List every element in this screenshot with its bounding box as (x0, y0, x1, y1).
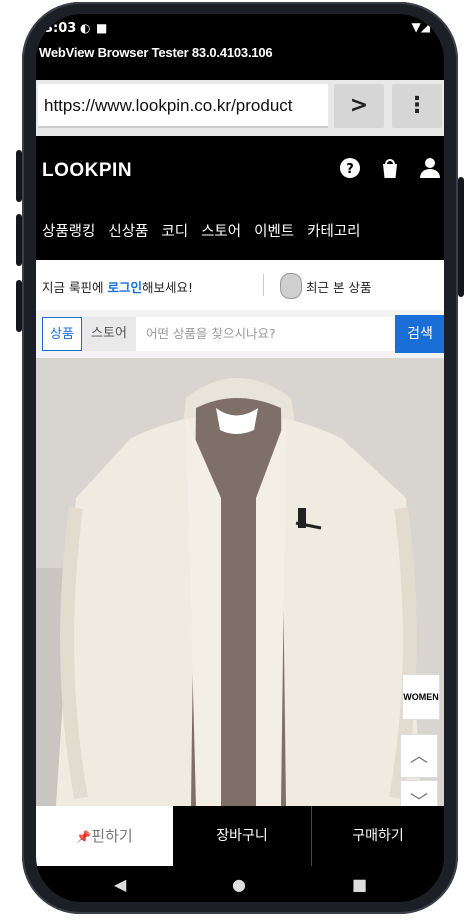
status-time: 3:03 (44, 21, 77, 36)
search-input[interactable]: 어떤 상품을 찾으시나요? (136, 317, 394, 351)
android-navigation-bar: ◀ ● ■ (36, 866, 444, 902)
browser-url-row: https://www.lookpin.co.kr/product > ⋮ (36, 80, 444, 136)
volume-up-button (16, 150, 22, 202)
search-bar: 상품 스토어 어떤 상품을 찾으시나요? 검색 (36, 310, 444, 358)
back-icon[interactable]: ◀ (114, 875, 126, 894)
menu-item-store[interactable]: 스토어 (201, 224, 241, 240)
recent-product-thumbnail[interactable] (280, 273, 302, 299)
login-bar: 지금 룩핀에 로그인해보세요! 최근 본 상품 (36, 260, 444, 311)
action-bar: 📌핀하기 장바구니 구매하기 (36, 806, 444, 866)
volume-down-button (16, 214, 22, 266)
fleece-jacket-photo (36, 358, 444, 806)
divider (263, 274, 264, 296)
app-title: WebView Browser Tester 83.0.4103.106 (39, 45, 273, 60)
site-logo[interactable]: LOOKPIN (42, 160, 132, 182)
site-menu: 상품랭킹 신상품 코디 스토어 이벤트 카테고리 (42, 220, 374, 241)
wifi-battery-icon: ▼◢ (411, 20, 430, 34)
screen: 3:03 ◐ ■ ▼◢ WebView Browser Tester 83.0.… (36, 14, 444, 902)
login-prompt: 지금 룩핀에 로그인해보세요! (42, 277, 193, 296)
women-toggle-button[interactable]: WOMEN (402, 674, 440, 720)
user-icon[interactable] (418, 156, 442, 180)
login-suffix: 해보세요! (141, 280, 193, 295)
browser-menu-button[interactable]: ⋮ (392, 84, 442, 128)
help-icon[interactable]: ? (338, 156, 362, 180)
pin-label: 핀하기 (91, 827, 133, 845)
menu-item-new[interactable]: 신상품 (108, 224, 148, 240)
cart-button[interactable]: 장바구니 (173, 806, 312, 866)
login-prefix: 지금 룩핀에 (42, 280, 108, 295)
scroll-up-button[interactable]: ︿ (400, 734, 438, 778)
menu-item-event[interactable]: 이벤트 (254, 224, 294, 240)
menu-item-category[interactable]: 카테고리 (307, 224, 360, 240)
product-image[interactable] (36, 358, 444, 806)
menu-item-ranking[interactable]: 상품랭킹 (42, 224, 95, 240)
tab-product[interactable]: 상품 (42, 317, 82, 351)
pin-icon: 📌 (76, 830, 92, 844)
chevron-up-icon: ︿ (410, 746, 428, 767)
home-icon[interactable]: ● (232, 875, 246, 894)
sd-card-icon: ■ (96, 21, 108, 35)
svg-text:?: ? (346, 162, 354, 177)
search-button[interactable]: 검색 (395, 315, 444, 353)
status-bar: 3:03 ◐ ■ ▼◢ (36, 14, 444, 44)
tab-store[interactable]: 스토어 (82, 317, 136, 351)
assist-button (16, 280, 22, 332)
recents-icon[interactable]: ■ (352, 875, 367, 894)
menu-item-coordi[interactable]: 코디 (161, 224, 188, 240)
site-header: LOOKPIN ? 상품랭킹 신상품 코디 스토어 이벤트 카테고리 (36, 136, 444, 260)
pin-button[interactable]: 📌핀하기 (36, 806, 173, 866)
power-button (458, 177, 464, 297)
buy-button[interactable]: 구매하기 (312, 806, 444, 866)
notification-icon: ◐ (80, 21, 91, 35)
url-field[interactable]: https://www.lookpin.co.kr/product (38, 84, 328, 128)
phone-frame: 3:03 ◐ ■ ▼◢ WebView Browser Tester 83.0.… (16, 2, 464, 914)
recent-products-link[interactable]: 최근 본 상품 (306, 277, 371, 296)
go-button[interactable]: > (334, 84, 384, 128)
login-link[interactable]: 로그인 (107, 280, 142, 295)
shopping-bag-icon[interactable] (378, 156, 402, 180)
